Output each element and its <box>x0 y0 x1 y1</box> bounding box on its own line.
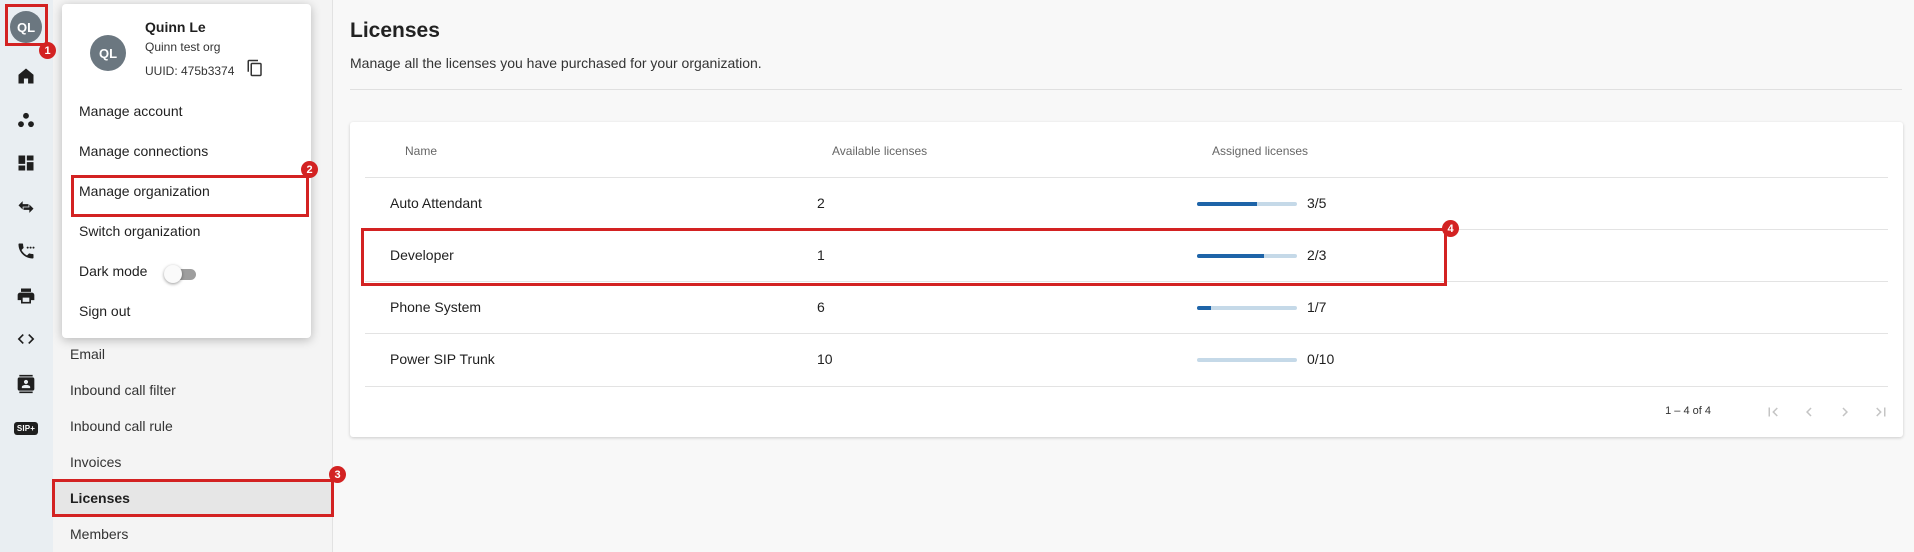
dark-mode-toggle[interactable] <box>164 264 200 284</box>
account-menu-popover: QL Quinn Le Quinn test org UUID: 475b337… <box>62 4 311 338</box>
assigned-count: 1/7 <box>1307 299 1327 315</box>
teams-icon[interactable] <box>14 108 38 132</box>
divider <box>350 89 1902 90</box>
sign-out-item[interactable]: Sign out <box>62 293 311 329</box>
assigned-progress-bar <box>1197 306 1297 310</box>
phone-icon[interactable] <box>14 239 38 263</box>
submenu-item-email[interactable]: Email <box>53 336 333 372</box>
user-name: Quinn Le <box>145 19 206 35</box>
assigned-count: 3/5 <box>1307 195 1327 211</box>
page-description: Manage all the licenses you have purchas… <box>350 55 762 71</box>
manage-organization-item[interactable]: Manage organization <box>62 173 311 209</box>
available-count: 10 <box>817 351 833 367</box>
next-page-icon[interactable] <box>1835 402 1855 422</box>
manage-account-item[interactable]: Manage account <box>62 93 311 129</box>
sip-label: SIP+ <box>13 421 39 435</box>
user-uuid: UUID: 475b3374 <box>145 64 235 78</box>
license-name: Power SIP Trunk <box>390 351 495 367</box>
assigned-progress-bar <box>1197 358 1297 362</box>
column-header-available[interactable]: Available licenses <box>832 144 927 158</box>
popover-avatar: QL <box>90 35 126 71</box>
page-title: Licenses <box>350 19 440 42</box>
available-count: 6 <box>817 299 825 315</box>
license-name: Auto Attendant <box>390 195 482 211</box>
column-header-name[interactable]: Name <box>405 144 437 158</box>
annotation-badge-4: 4 <box>1442 220 1459 237</box>
assigned-progress-bar <box>1197 202 1297 206</box>
annotation-badge-1: 1 <box>39 42 56 59</box>
previous-page-icon[interactable] <box>1799 402 1819 422</box>
licenses-table-card: Name Available licenses Assigned license… <box>350 122 1903 437</box>
copy-icon[interactable] <box>246 59 266 79</box>
annotation-badge-3: 3 <box>329 466 346 483</box>
column-header-assigned[interactable]: Assigned licenses <box>1212 144 1308 158</box>
sip-trunk-icon[interactable]: SIP+ <box>13 416 39 440</box>
submenu-item-licenses[interactable]: Licenses <box>53 480 333 516</box>
assigned-count: 2/3 <box>1307 247 1327 263</box>
table-row[interactable]: Auto Attendant 2 3/5 <box>365 177 1888 229</box>
available-count: 1 <box>817 247 825 263</box>
assigned-progress-bar <box>1197 254 1297 258</box>
transfer-icon[interactable] <box>14 195 38 219</box>
last-page-icon[interactable] <box>1871 402 1891 422</box>
toggle-thumb <box>164 265 182 283</box>
home-icon[interactable] <box>14 64 38 88</box>
user-avatar-button[interactable]: QL <box>10 11 42 43</box>
manage-connections-item[interactable]: Manage connections <box>62 133 311 169</box>
pagination-range: 1 – 4 of 4 <box>1665 405 1711 417</box>
table-row[interactable]: Developer 1 2/3 <box>365 229 1888 281</box>
code-icon[interactable] <box>14 327 38 351</box>
table-row[interactable]: Phone System 6 1/7 <box>365 281 1888 333</box>
submenu-item-invoices[interactable]: Invoices <box>53 444 333 480</box>
dark-mode-label: Dark mode <box>79 263 148 279</box>
license-name: Phone System <box>390 299 482 315</box>
assigned-count: 0/10 <box>1307 351 1335 367</box>
main-content: Licenses Manage all the licenses you hav… <box>334 0 1914 552</box>
annotation-badge-2: 2 <box>301 161 318 178</box>
contacts-icon[interactable] <box>14 372 38 396</box>
dashboard-icon[interactable] <box>14 151 38 175</box>
available-count: 2 <box>817 195 825 211</box>
submenu-item-inbound-call-filter[interactable]: Inbound call filter <box>53 372 333 408</box>
user-org: Quinn test org <box>145 40 221 54</box>
icon-rail: QL SIP+ <box>0 0 53 552</box>
submenu-item-members[interactable]: Members <box>53 516 333 552</box>
license-name: Developer <box>390 247 454 263</box>
table-bottom-border <box>365 386 1888 387</box>
submenu-item-inbound-call-rule[interactable]: Inbound call rule <box>53 408 333 444</box>
table-row[interactable]: Power SIP Trunk 10 0/10 <box>365 333 1888 385</box>
first-page-icon[interactable] <box>1763 402 1783 422</box>
printer-icon[interactable] <box>14 284 38 308</box>
switch-organization-item[interactable]: Switch organization <box>62 213 311 249</box>
